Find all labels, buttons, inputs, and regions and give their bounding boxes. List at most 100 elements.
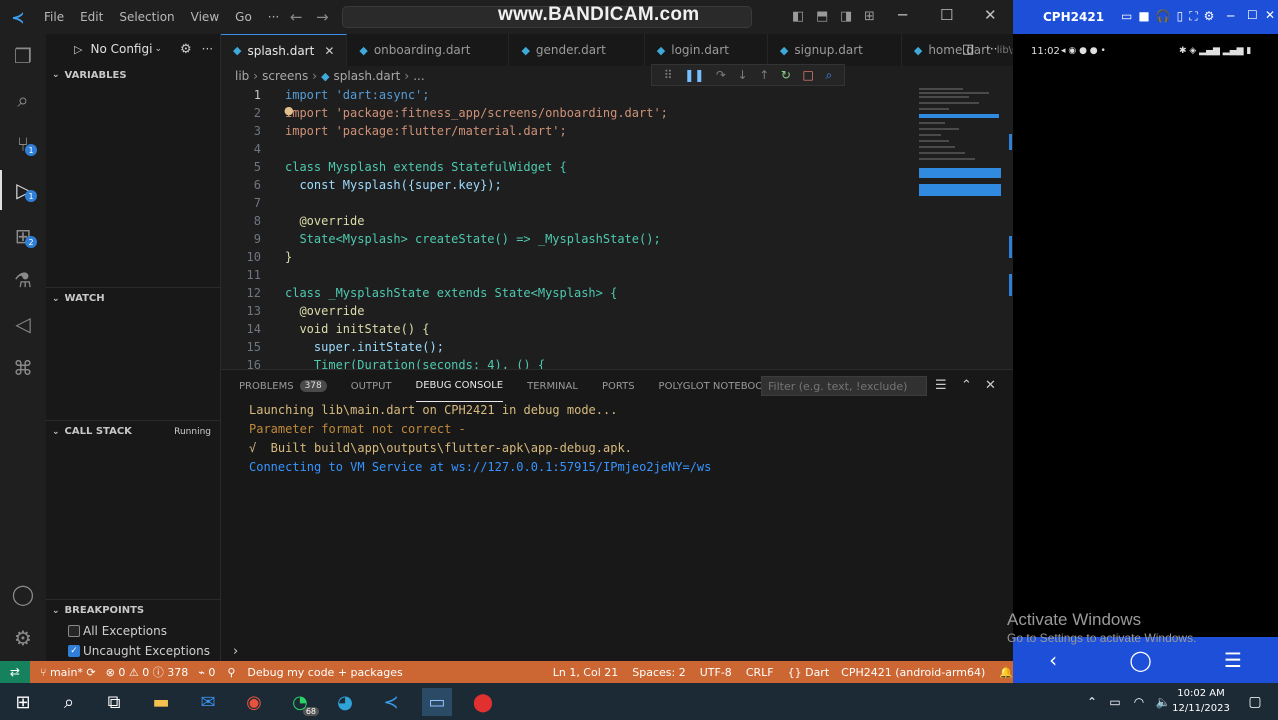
debug-target[interactable]: Debug my code + packages xyxy=(247,666,402,679)
phone-minimize-icon[interactable]: ─ xyxy=(1227,9,1234,23)
customize-layout-icon[interactable]: ⊞ xyxy=(864,9,875,24)
ports-indicator[interactable]: ⌁ 0 xyxy=(198,666,215,679)
file-explorer-icon[interactable]: ▬ xyxy=(146,688,176,716)
cursor-position[interactable]: Ln 1, Col 21 xyxy=(553,666,619,679)
step-into-icon[interactable]: ↓ xyxy=(738,68,748,82)
polyglot-icon[interactable]: ⌘ xyxy=(0,348,46,388)
start-debug-icon[interactable]: ▷ xyxy=(74,43,82,56)
problems-indicator[interactable]: ⊗ 0 ⚠ 0 ⓘ 378 xyxy=(106,664,189,680)
console-filter-input[interactable] xyxy=(761,376,927,396)
search-icon[interactable]: ⌕ xyxy=(0,80,46,120)
action-center-icon[interactable]: ▢ xyxy=(1240,688,1270,716)
call-stack-section-header[interactable]: ⌄ CALL STACK Running xyxy=(46,420,221,442)
run-debug-icon[interactable]: ▷ 1 xyxy=(0,170,46,210)
lightbulb-icon[interactable]: ● xyxy=(284,104,294,117)
step-out-icon[interactable]: ↑ xyxy=(759,68,769,82)
console-link[interactable]: Connecting to VM Service at ws://127.0.0… xyxy=(249,460,711,474)
close-panel-icon[interactable]: ✕ xyxy=(985,378,996,393)
flutter-icon[interactable]: ◁ xyxy=(0,304,46,344)
debug-settings-gear-icon[interactable]: ⚙ xyxy=(180,42,192,57)
account-icon[interactable]: ◯ xyxy=(0,574,46,614)
close-tab-icon[interactable]: ✕ xyxy=(324,44,334,58)
menu-selection[interactable]: Selection xyxy=(111,10,182,24)
breakpoint-uncaught-exceptions[interactable]: ✓ Uncaught Exceptions xyxy=(68,641,210,661)
notifications-bell-icon[interactable]: 🔔 xyxy=(999,666,1013,679)
stop-icon[interactable]: □ xyxy=(803,68,814,82)
menu-more[interactable]: ··· xyxy=(260,10,287,24)
menu-view[interactable]: View xyxy=(183,10,227,24)
tray-wifi-icon[interactable]: ◠ xyxy=(1128,688,1150,716)
toggle-sidebar-icon[interactable]: ◧ xyxy=(792,9,804,24)
tab-polyglot-notebook[interactable]: POLYGLOT NOTEBOOK xyxy=(659,370,770,402)
watch-section-header[interactable]: ⌄ WATCH xyxy=(46,287,221,309)
chevron-down-icon[interactable]: ⌄ xyxy=(154,44,162,54)
breadcrumb-lib[interactable]: lib xyxy=(235,69,249,83)
breakpoint-checkbox-checked[interactable]: ✓ xyxy=(68,645,80,657)
pause-icon[interactable]: ❚❚ xyxy=(684,68,704,82)
tab-signup[interactable]: ◆ signup.dart xyxy=(768,34,902,66)
tab-onboarding[interactable]: ◆ onboarding.dart xyxy=(347,34,510,66)
language-mode[interactable]: {} Dart xyxy=(788,666,830,679)
restart-icon[interactable]: ↻ xyxy=(781,68,791,82)
back-arrow-icon[interactable]: ← xyxy=(290,8,303,26)
phone-home-icon[interactable]: ◯ xyxy=(1129,648,1151,672)
whatsapp-icon[interactable]: ◔ 68 xyxy=(285,688,319,716)
edge-icon[interactable]: ◕ xyxy=(330,688,360,716)
mail-icon[interactable]: ✉ xyxy=(193,688,223,716)
minimize-icon[interactable]: ─ xyxy=(898,6,907,24)
editor-scrollbar[interactable] xyxy=(1003,86,1013,369)
step-over-icon[interactable]: ↷ xyxy=(716,68,726,82)
tab-gender[interactable]: ◆ gender.dart xyxy=(509,34,645,66)
run-config-select[interactable]: No Configi xyxy=(90,42,152,56)
phone-back-icon[interactable]: ‹ xyxy=(1049,648,1057,672)
tab-problems[interactable]: PROBLEMS 378 xyxy=(239,370,327,402)
more-actions-icon[interactable]: ··· xyxy=(202,42,213,56)
chrome-icon[interactable]: ◉ xyxy=(239,688,269,716)
windows-start-icon[interactable]: ⊞ xyxy=(8,688,38,716)
breadcrumb-symbol[interactable]: ... xyxy=(413,69,424,83)
clear-console-icon[interactable]: ☰ xyxy=(935,378,947,393)
forward-arrow-icon[interactable]: → xyxy=(316,8,329,26)
tab-ports[interactable]: PORTS xyxy=(602,370,635,402)
vscode-taskbar-icon[interactable]: ≺ xyxy=(376,688,406,716)
remote-indicator-icon[interactable]: ⇄ xyxy=(0,661,30,683)
explorer-icon[interactable]: ❐ xyxy=(0,36,46,76)
minimap[interactable] xyxy=(917,86,1001,369)
menu-file[interactable]: File xyxy=(36,10,72,24)
close-window-icon[interactable]: ✕ xyxy=(984,6,997,24)
device-selector[interactable]: CPH2421 (android-arm64) xyxy=(841,666,985,679)
tray-network-icon[interactable]: ▭ xyxy=(1104,688,1126,716)
indent-setting[interactable]: Spaces: 2 xyxy=(632,666,685,679)
editor-more-icon[interactable]: ··· xyxy=(986,42,997,56)
breadcrumb-file[interactable]: splash.dart xyxy=(334,69,401,83)
tab-login[interactable]: ◆ login.dart xyxy=(645,34,768,66)
breakpoint-checkbox[interactable] xyxy=(68,625,80,637)
maximize-panel-icon[interactable]: ⌃ xyxy=(961,378,972,393)
menu-edit[interactable]: Edit xyxy=(72,10,111,24)
extensions-icon[interactable]: ⊞ 2 xyxy=(0,216,46,256)
source-control-icon[interactable]: ⑂ 1 xyxy=(0,124,46,164)
maximize-icon[interactable]: ☐ xyxy=(940,6,953,24)
tab-output[interactable]: OUTPUT xyxy=(351,370,392,402)
bandicam-record-icon[interactable]: ⬤ xyxy=(468,688,498,716)
taskbar-clock[interactable]: 10:02 AM 12/11/2023 xyxy=(1170,686,1232,716)
breakpoints-section-header[interactable]: ⌄ BREAKPOINTS xyxy=(46,599,221,621)
encoding[interactable]: UTF-8 xyxy=(700,666,732,679)
split-editor-icon[interactable]: ◫ xyxy=(962,42,974,57)
phone-close-icon[interactable]: ✕ xyxy=(1265,8,1275,22)
toggle-secondary-sidebar-icon[interactable]: ◨ xyxy=(840,9,852,24)
code-editor[interactable]: 1 import 'dart:async'; 2 import 'package:f… xyxy=(221,86,1013,369)
menu-go[interactable]: Go xyxy=(227,10,260,24)
breadcrumb-screens[interactable]: screens xyxy=(262,69,308,83)
tab-terminal[interactable]: TERMINAL xyxy=(527,370,578,402)
devtools-search-icon[interactable]: ⌕ xyxy=(825,68,832,83)
variables-section-header[interactable]: ⌄ VARIABLES xyxy=(46,64,221,86)
tray-chevron-icon[interactable]: ⌃ xyxy=(1082,688,1102,716)
tab-splash[interactable]: ◆ splash.dart ✕ xyxy=(221,34,348,66)
phone-menu-icon[interactable]: ☰ xyxy=(1224,648,1242,672)
tab-debug-console[interactable]: DEBUG CONSOLE xyxy=(415,370,504,402)
phone-maximize-icon[interactable]: ☐ xyxy=(1247,8,1258,22)
console-prompt-icon[interactable]: › xyxy=(233,644,238,659)
testing-flask-icon[interactable]: ⚗ xyxy=(0,260,46,300)
branch-indicator[interactable]: ⑂ main* ⟳ xyxy=(40,666,96,679)
